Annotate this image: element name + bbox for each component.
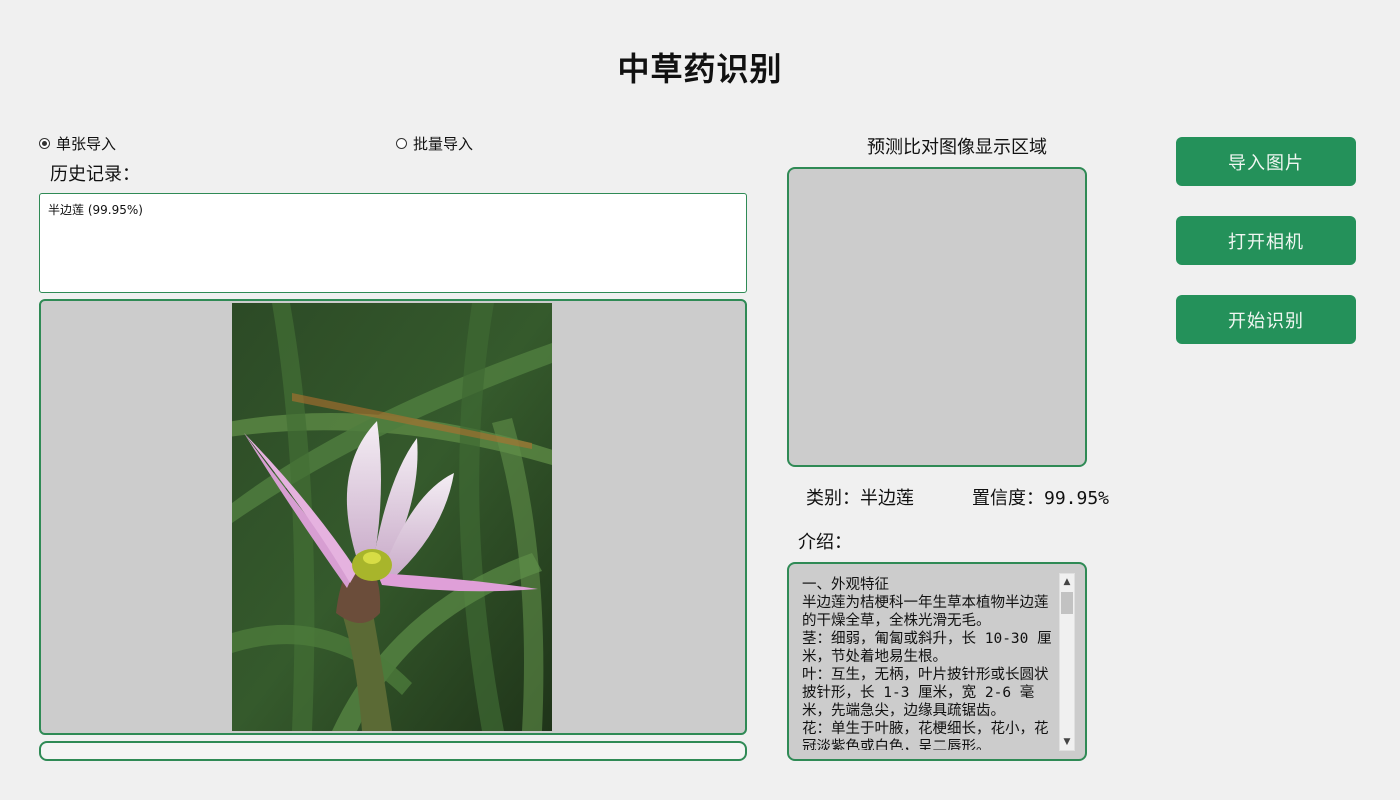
- radio-batch-import-label: 批量导入: [413, 135, 474, 153]
- intro-text[interactable]: 一、外观特征 半边莲为桔梗科一年生草本植物半边莲的干燥全草，全株光滑无毛。 茎：…: [802, 576, 1057, 750]
- result-confidence: 置信度：99.95%: [972, 484, 1109, 510]
- open-camera-button[interactable]: 打开相机: [1176, 216, 1356, 265]
- radio-single-import-label: 单张导入: [56, 135, 117, 153]
- start-recognition-button[interactable]: 开始识别: [1176, 295, 1356, 344]
- intro-scrollbar[interactable]: ▲ ▼: [1059, 573, 1075, 751]
- radio-checked-icon[interactable]: [39, 138, 50, 149]
- result-category: 类别：半边莲: [806, 484, 914, 510]
- category-value: 半边莲: [860, 488, 914, 509]
- history-label: 历史记录：: [50, 164, 140, 185]
- compare-image-panel: [787, 167, 1087, 467]
- confidence-label: 置信度：: [972, 488, 1044, 509]
- intro-panel[interactable]: 一、外观特征 半边莲为桔梗科一年生草本植物半边莲的干燥全草，全株光滑无毛。 茎：…: [787, 562, 1087, 761]
- intro-label: 介绍：: [798, 532, 852, 553]
- scroll-down-icon[interactable]: ▼: [1060, 734, 1074, 750]
- import-image-button[interactable]: 导入图片: [1176, 137, 1356, 186]
- app-title: 中草药识别: [617, 50, 783, 88]
- category-label: 类别：: [806, 488, 860, 509]
- compare-label: 预测比对图像显示区域: [867, 137, 1047, 158]
- history-entry[interactable]: 半边莲 (99.95%): [48, 201, 738, 218]
- confidence-value: 99.95%: [1044, 488, 1110, 509]
- radio-batch-import[interactable]: 批量导入: [396, 133, 473, 154]
- input-image-panel: [39, 299, 747, 735]
- scroll-thumb[interactable]: [1061, 592, 1073, 614]
- history-list[interactable]: 半边莲 (99.95%): [39, 193, 747, 293]
- progress-bar: [39, 741, 747, 761]
- radio-single-import[interactable]: 单张导入: [39, 133, 116, 154]
- radio-unchecked-icon[interactable]: [396, 138, 407, 149]
- flower-photo: [232, 303, 552, 731]
- scroll-up-icon[interactable]: ▲: [1060, 574, 1074, 590]
